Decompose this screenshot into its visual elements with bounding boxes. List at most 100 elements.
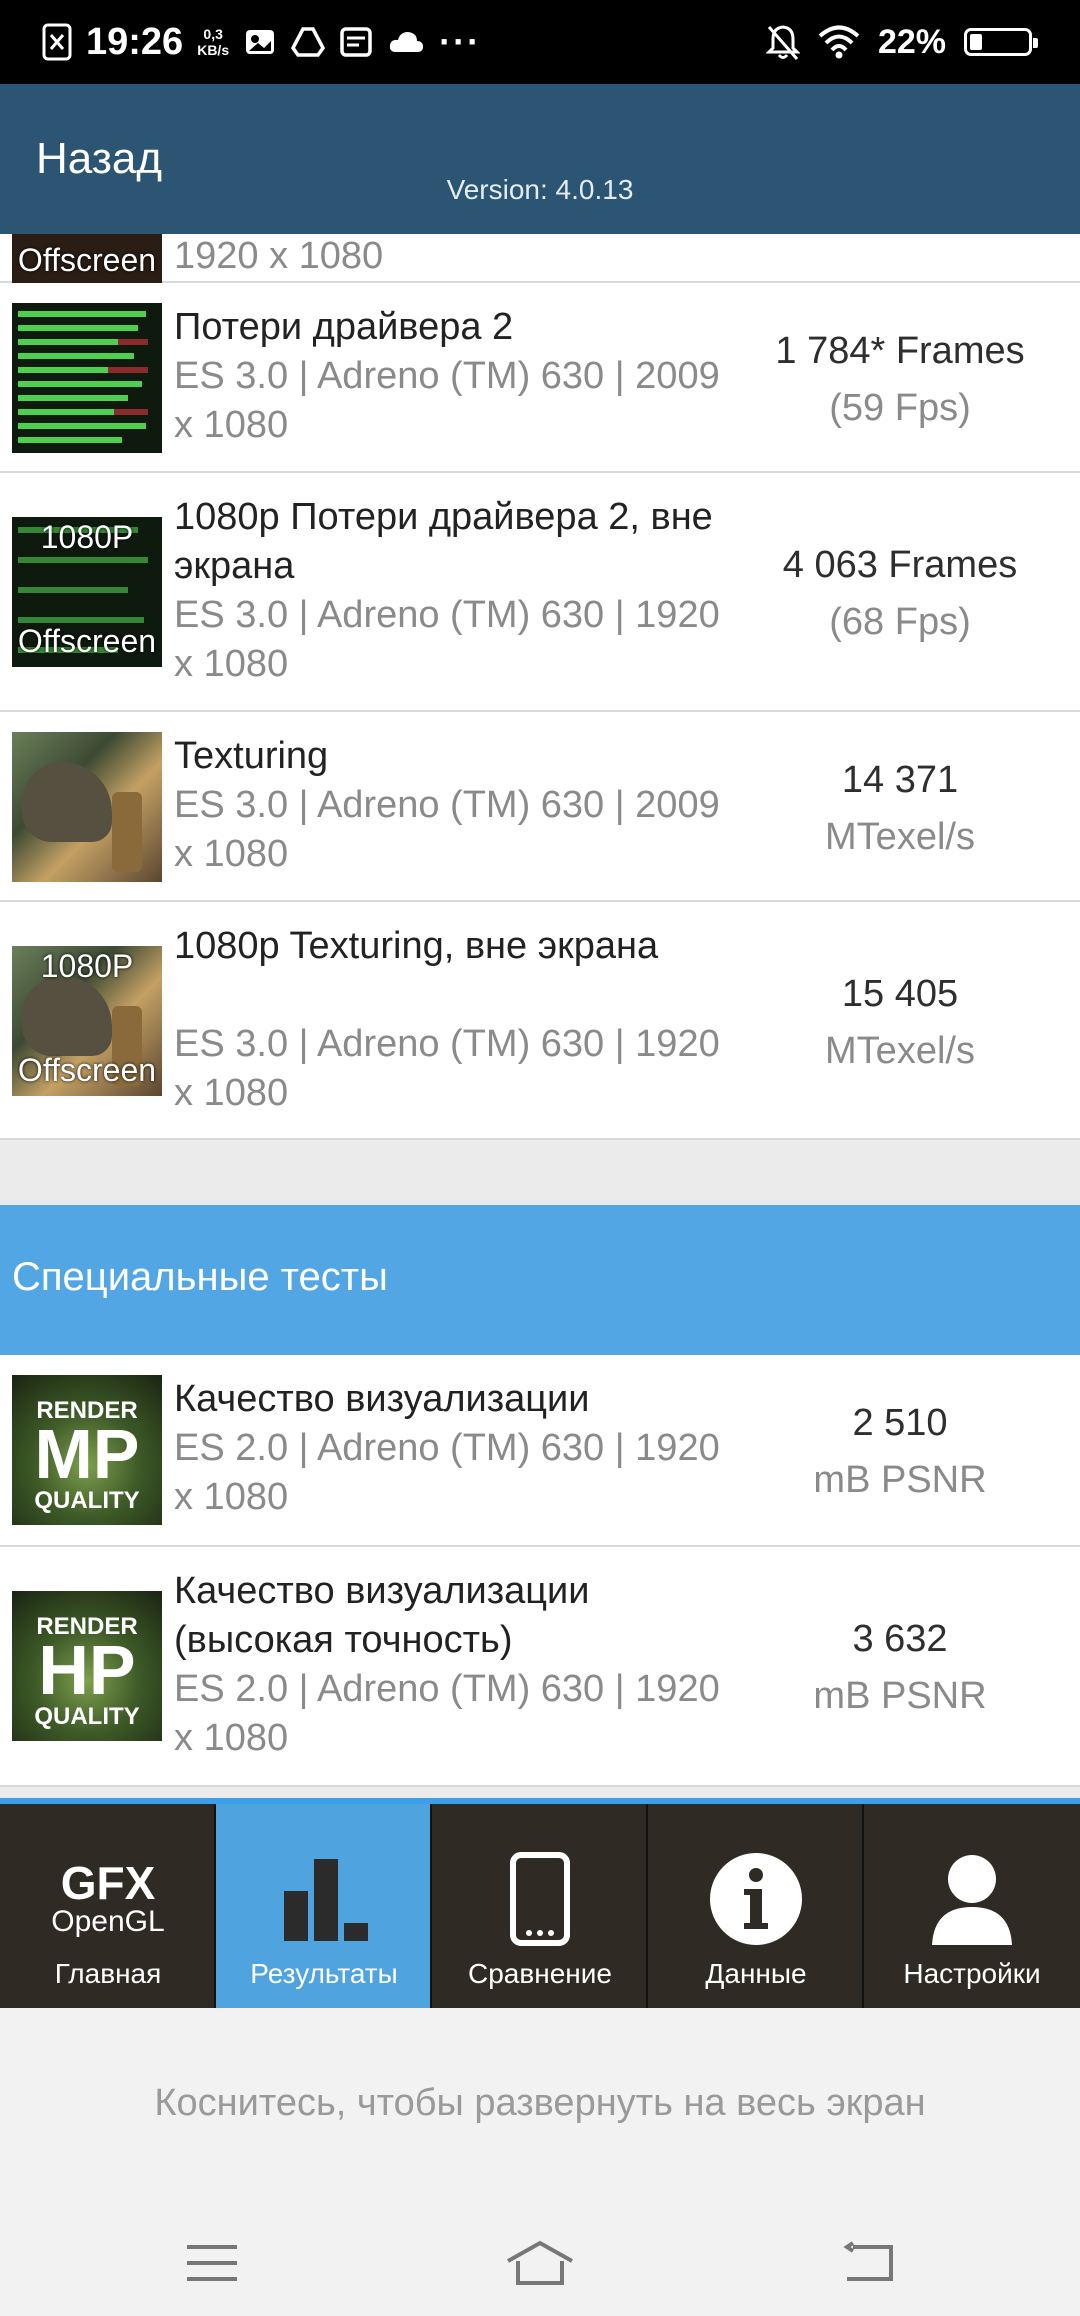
section-title: Специальные тесты — [12, 1255, 388, 1299]
test-subtitle: ES 3.0 | Adreno (TM) 630 | 2009 x 1080 — [174, 784, 720, 875]
score-value: 14 371 — [841, 759, 959, 801]
test-subtitle: ES 3.0 | Adreno (TM) 630 | 1920 x 1080 — [174, 594, 720, 685]
list-item[interactable]: RENDER MP QUALITY Качество визуализации … — [0, 1355, 1080, 1547]
thumb-mp-label: MP — [34, 1415, 140, 1493]
test-score: 4 063 Frames (68 Fps) — [720, 537, 1080, 651]
tab-info[interactable]: Данные — [648, 1804, 864, 2008]
thumb-1080p-label: 1080P — [40, 519, 134, 555]
test-score: 3 632 mB PSNR — [720, 1611, 1080, 1725]
test-score: 14 371 MTexel/s — [720, 752, 1080, 866]
section-header-special-tests: Специальные тесты — [0, 1205, 1080, 1355]
mail-icon — [340, 27, 372, 57]
recent-apps-button[interactable] — [172, 2238, 252, 2288]
gallery-icon — [246, 30, 275, 54]
driver-overhead-thumbnail — [12, 303, 162, 453]
list-item[interactable]: Потери драйвера 2 ES 3.0 | Adreno (TM) 6… — [0, 283, 1080, 473]
thumb-offscreen-label: Offscreen — [17, 1052, 157, 1088]
test-title: Потери драйвера 2 — [174, 306, 514, 348]
test-title: Texturing — [174, 735, 329, 777]
clock: 19:26 — [86, 20, 184, 63]
list-item[interactable]: 1080P Offscreen 1080p Потери драйвера 2,… — [0, 473, 1080, 712]
speed-value: 0,3 — [203, 26, 223, 42]
home-button[interactable] — [500, 2238, 580, 2288]
drive-icon — [291, 27, 326, 57]
tab-home[interactable]: GFX OpenGL Главная — [0, 1804, 216, 2008]
fullscreen-hint: Коснитесь, чтобы развернуть на весь экра… — [154, 2082, 926, 2124]
battery-level-fill — [970, 34, 982, 50]
tab-compare[interactable]: Сравнение — [432, 1804, 648, 2008]
tab-label: Данные — [705, 1958, 807, 1989]
home-icon — [507, 2240, 573, 2285]
tab-label: Главная — [54, 1958, 162, 1989]
score-unit: MTexel/s — [825, 816, 975, 858]
test-score: 15 405 MTexel/s — [720, 966, 1080, 1080]
texturing-1080p-thumbnail: 1080P Offscreen — [12, 946, 162, 1096]
cloud-icon — [389, 32, 424, 52]
bell-off-icon — [765, 25, 800, 60]
bottom-tab-bar: GFX OpenGL Главная Результаты Сравнение — [0, 1798, 1080, 2008]
score-value: 3 632 — [852, 1618, 948, 1660]
back-arrow-icon — [843, 2241, 893, 2281]
test-subtitle: ES 2.0 | Adreno (TM) 630 | 1920 x 1080 — [174, 1427, 720, 1518]
test-score: 2 510 mB PSNR — [720, 1395, 1080, 1509]
score-unit: MTexel/s — [825, 1030, 975, 1072]
score-value: 2 510 — [852, 1402, 948, 1444]
test-subtitle: 1920 x 1080 — [174, 235, 384, 277]
render-quality-hp-thumbnail: RENDER HP QUALITY — [12, 1591, 162, 1741]
list-item-partial[interactable]: Offscreen 1920 x 1080 — [0, 234, 1080, 284]
test-thumbnail: Offscreen — [12, 234, 162, 284]
notification-app-icon — [42, 23, 72, 61]
test-title: 1080p Потери драйвера 2, вне экрана — [174, 496, 713, 587]
list-item[interactable]: Texturing ES 3.0 | Adreno (TM) 630 | 200… — [0, 712, 1080, 902]
system-nav-bar — [0, 2208, 1080, 2316]
thumb-quality-label: QUALITY — [34, 1703, 140, 1730]
opengl-logo-text: OpenGL — [51, 1905, 165, 1938]
score-unit: (68 Fps) — [829, 601, 971, 643]
thumb-hp-label: HP — [38, 1631, 136, 1709]
thumb-offscreen-label: Offscreen — [17, 242, 157, 278]
thumb-1080p-label: 1080P — [40, 948, 134, 984]
bar-chart-icon — [216, 1844, 432, 1954]
results-list[interactable]: Offscreen 1920 x 1080 Потери драйвера 2 … — [0, 234, 1080, 1798]
battery-icon — [964, 28, 1038, 56]
wifi-icon — [818, 25, 860, 59]
app-header: Назад Version: 4.0.13 — [0, 84, 1080, 234]
score-value: 1 784* Frames — [775, 330, 1025, 372]
texturing-thumbnail — [12, 732, 162, 882]
test-subtitle: ES 3.0 | Adreno (TM) 630 | 2009 x 1080 — [174, 355, 720, 446]
tab-label: Результаты — [250, 1958, 398, 1989]
status-bar: 19:26 0,3 KB/s ··· 22% — [0, 0, 1080, 84]
fullscreen-hint-area[interactable]: Коснитесь, чтобы развернуть на весь экра… — [0, 2008, 1080, 2208]
speed-unit: KB/s — [197, 42, 230, 58]
test-subtitle: ES 3.0 | Adreno (TM) 630 | 1920 x 1080 — [174, 1023, 720, 1114]
test-title: 1080p Texturing, вне экрана — [174, 925, 659, 967]
driver-overhead-1080p-thumbnail: 1080P Offscreen — [12, 517, 162, 667]
version-label: Version: 4.0.13 — [446, 174, 634, 205]
score-unit: mB PSNR — [813, 1675, 987, 1717]
tab-results[interactable]: Результаты — [216, 1804, 432, 2008]
tab-label: Настройки — [903, 1958, 1041, 1989]
network-speed: 0,3 KB/s — [197, 26, 229, 58]
tab-settings[interactable]: Настройки — [864, 1804, 1080, 2008]
thumb-offscreen-label: Offscreen — [17, 623, 157, 659]
score-unit: (59 Fps) — [829, 387, 971, 429]
phone-icon — [432, 1844, 648, 1954]
more-notifications-icon: ··· — [439, 21, 482, 62]
info-icon — [648, 1844, 864, 1954]
score-value: 15 405 — [841, 973, 959, 1015]
list-item[interactable]: RENDER HP QUALITY Качество визуализации … — [0, 1547, 1080, 1787]
gfx-opengl-icon: GFX OpenGL — [0, 1844, 216, 1954]
person-icon — [864, 1844, 1080, 1954]
back-nav-button[interactable] — [828, 2238, 908, 2288]
list-item[interactable]: 1080P Offscreen 1080p Texturing, вне экр… — [0, 902, 1080, 1140]
score-value: 4 063 Frames — [782, 544, 1018, 586]
menu-icon — [187, 2245, 237, 2281]
thumb-quality-label: QUALITY — [34, 1487, 140, 1514]
test-title: Качество визуализации (высокая точность) — [174, 1570, 590, 1661]
gfx-logo-text: GFX — [60, 1857, 156, 1909]
test-title: Качество визуализации — [174, 1378, 590, 1420]
tab-label: Сравнение — [468, 1958, 612, 1989]
test-score: 1 784* Frames (59 Fps) — [720, 323, 1080, 437]
battery-percent: 22% — [877, 22, 946, 61]
score-unit: mB PSNR — [813, 1459, 987, 1501]
